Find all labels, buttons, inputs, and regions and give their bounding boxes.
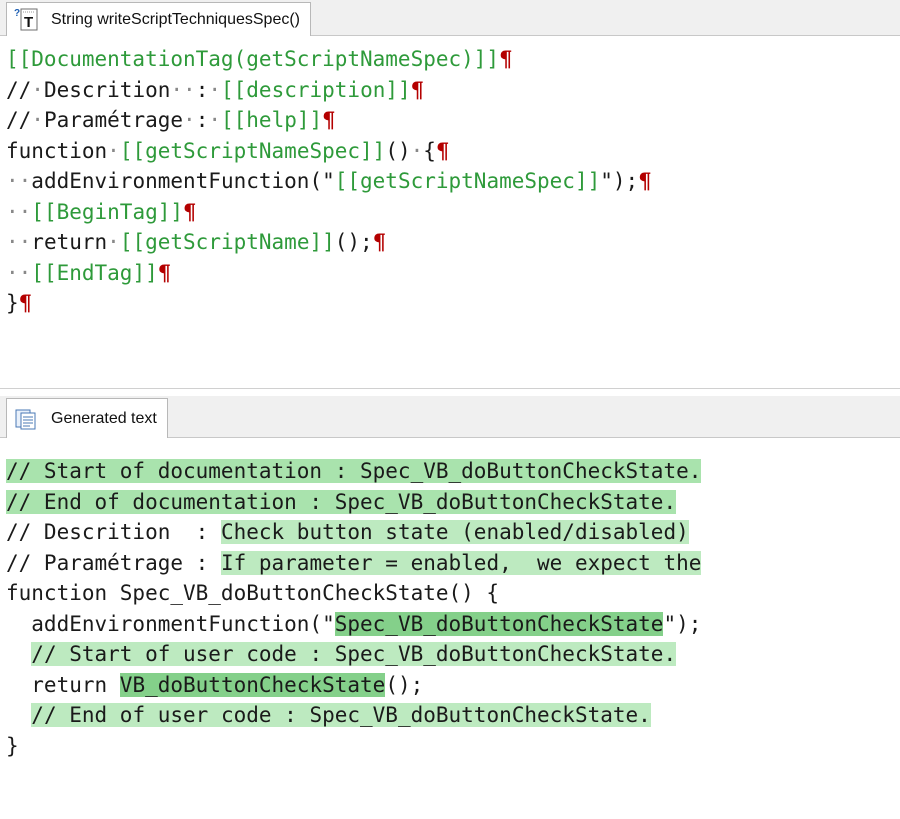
output-tab-bar: Generated text <box>0 396 900 438</box>
code-token: } <box>6 733 19 758</box>
code-token: ·· <box>170 77 196 102</box>
code-line: return VB_doButtonCheckState(); <box>0 670 900 701</box>
tab-generated-text[interactable]: Generated text <box>6 398 168 438</box>
pilcrow-mark: ¶ <box>372 229 387 254</box>
code-token: { <box>423 138 436 163</box>
code-line: // End of documentation : Spec_VB_doButt… <box>0 487 900 518</box>
code-line: // Start of documentation : Spec_VB_doBu… <box>0 456 900 487</box>
tab-label: Generated text <box>51 409 157 427</box>
code-line: function·[[getScriptNameSpec]]()·{¶ <box>0 136 900 167</box>
tab-write-script-techniques-spec[interactable]: ? T String writeScriptTechniquesSpec() <box>6 2 311 36</box>
code-line: // Start of user code : Spec_VB_doButton… <box>0 639 900 670</box>
template-code-editor[interactable]: [[DocumentationTag(getScriptNameSpec)]]¶… <box>0 44 900 382</box>
code-token: · <box>31 108 44 132</box>
code-token: (); <box>334 230 373 254</box>
pilcrow-mark: ¶ <box>410 76 425 102</box>
code-token: addEnvironmentFunction(" <box>31 169 335 193</box>
code-token: [[help]] <box>221 108 323 132</box>
code-token: · <box>183 108 196 132</box>
tab-label: String writeScriptTechniquesSpec() <box>51 10 300 28</box>
code-line: }¶ <box>0 288 900 319</box>
code-token: // End of user code : Spec_VB_doButtonCh… <box>31 703 651 727</box>
code-token: // End of documentation : Spec_VB_doButt… <box>6 489 677 514</box>
code-token: () <box>385 138 411 163</box>
code-token: · <box>208 77 221 102</box>
code-line: ··addEnvironmentFunction("[[getScriptNam… <box>0 166 900 197</box>
pilcrow-mark: ¶ <box>157 259 172 285</box>
code-line: [[DocumentationTag(getScriptNameSpec)]]¶ <box>0 44 900 75</box>
code-token: return <box>6 672 120 697</box>
code-line: ··return·[[getScriptName]]();¶ <box>0 227 900 258</box>
code-token: function Spec_VB_doButtonCheckState() { <box>6 581 500 605</box>
help-text-icon: ? T <box>13 7 39 33</box>
code-token: "); <box>663 611 702 636</box>
code-token: Descrition <box>43 77 171 102</box>
pilcrow-mark: ¶ <box>183 198 197 224</box>
code-token: "); <box>600 169 639 193</box>
svg-text:?: ? <box>14 8 20 19</box>
pilcrow-mark: ¶ <box>18 290 33 315</box>
code-line: // End of user code : Spec_VB_doButtonCh… <box>0 700 900 731</box>
code-token: If parameter = enabled, we expect the <box>220 550 702 575</box>
code-token: : <box>195 108 209 132</box>
document-text-icon <box>13 406 39 432</box>
code-token: ·· <box>6 199 32 224</box>
code-line: function Spec_VB_doButtonCheckState() { <box>0 578 900 609</box>
code-token: function <box>6 138 108 163</box>
code-token: · <box>208 108 221 132</box>
code-line: addEnvironmentFunction("Spec_VB_doButton… <box>0 609 900 640</box>
code-token: VB_doButtonCheckState <box>119 672 386 697</box>
code-token: // <box>6 77 32 102</box>
code-token: // <box>6 108 32 132</box>
code-token: [[DocumentationTag(getScriptNameSpec)]] <box>6 47 500 71</box>
code-line: } <box>0 731 900 762</box>
pilcrow-mark: ¶ <box>322 107 336 132</box>
code-token: // Descrition : <box>6 520 221 544</box>
code-token: : <box>195 77 209 102</box>
code-line: ··[[BeginTag]]¶ <box>0 197 900 228</box>
code-token: · <box>107 138 120 163</box>
code-token: Paramétrage <box>43 108 184 132</box>
code-token: [[EndTag]] <box>31 260 158 285</box>
code-token: Check button state (enabled/disabled) <box>220 520 689 544</box>
code-token: [[description]] <box>221 77 411 102</box>
code-token: · <box>410 138 424 163</box>
code-line: // Descrition : Check button state (enab… <box>0 517 900 548</box>
code-token: (); <box>385 672 424 697</box>
code-line: // Paramétrage : If parameter = enabled,… <box>0 548 900 579</box>
code-token: Spec_VB_doButtonCheckState <box>334 611 664 636</box>
code-token: ·· <box>6 230 32 254</box>
code-line: //·Paramétrage·:·[[help]]¶ <box>0 105 900 136</box>
code-token: [[getScriptName]] <box>119 230 335 254</box>
code-token: [[getScriptNameSpec]] <box>334 169 601 193</box>
code-token: // Paramétrage : <box>6 550 221 575</box>
code-token: // Start of documentation : Spec_VB_doBu… <box>6 459 702 483</box>
code-token: addEnvironmentFunction(" <box>6 611 335 636</box>
pilcrow-mark: ¶ <box>638 168 652 193</box>
pilcrow-mark: ¶ <box>435 137 450 163</box>
code-token: return <box>31 230 108 254</box>
pilcrow-mark: ¶ <box>499 46 513 71</box>
code-token: // Start of user code : Spec_VB_doButton… <box>31 642 677 666</box>
svg-text:T: T <box>24 14 33 31</box>
code-token: ·· <box>6 260 32 285</box>
panel-divider <box>0 388 900 389</box>
generated-text-view[interactable]: // Start of documentation : Spec_VB_doBu… <box>0 456 900 811</box>
code-token: [[getScriptNameSpec]] <box>119 138 386 163</box>
code-line: ··[[EndTag]]¶ <box>0 258 900 289</box>
code-token: [[BeginTag]] <box>31 199 184 224</box>
code-token: · <box>31 77 44 102</box>
code-token: } <box>6 291 19 315</box>
code-token: ·· <box>6 169 32 193</box>
code-line: //·Descrition··:·[[description]]¶ <box>0 75 900 106</box>
code-token: · <box>107 230 120 254</box>
editor-tab-bar: ? T String writeScriptTechniquesSpec() <box>0 0 900 36</box>
